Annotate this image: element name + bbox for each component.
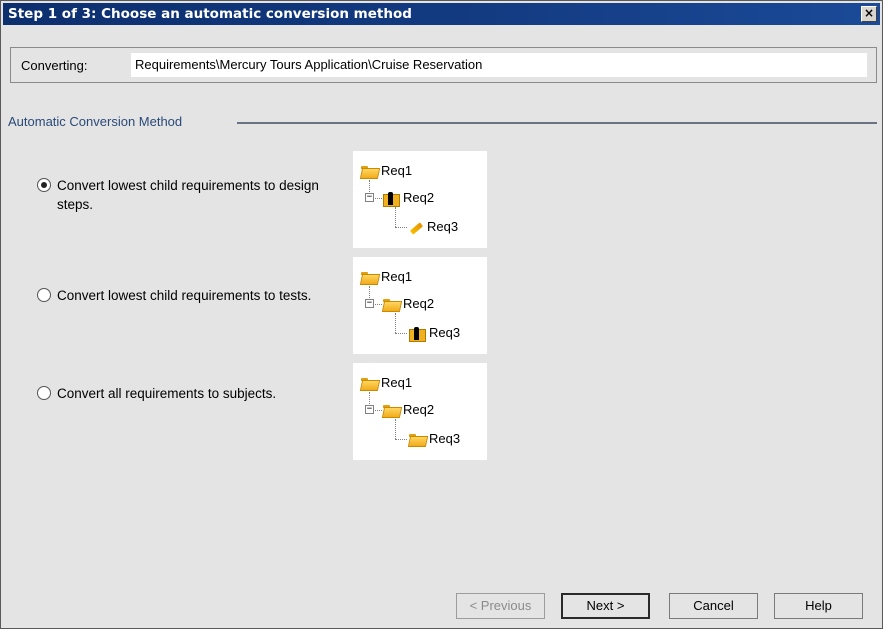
folder-open-icon <box>383 299 399 310</box>
tree-connector <box>395 439 407 440</box>
option-subjects-label: Convert all requirements to subjects. <box>57 386 277 401</box>
tree-node-req2: Req2 <box>383 295 434 313</box>
tree-preview-design-steps: Req1 − Req2 Req3 <box>353 151 487 248</box>
radio-tests[interactable] <box>37 288 51 302</box>
radio-subjects[interactable] <box>37 386 51 400</box>
option-tests-label: Convert lowest child requirements to tes… <box>57 288 312 303</box>
tree-connector <box>395 419 396 439</box>
tree-node-label: Req2 <box>403 402 435 417</box>
cancel-button[interactable]: Cancel <box>669 593 758 619</box>
converting-label: Converting: <box>21 58 88 73</box>
test-figure-icon <box>409 326 426 342</box>
tree-connector <box>375 198 382 199</box>
tree-node-label: Req3 <box>429 325 461 340</box>
folder-open-icon <box>383 405 399 416</box>
tree-node-label: Req3 <box>429 431 461 446</box>
close-button[interactable]: × <box>861 6 877 22</box>
tree-node-label: Req1 <box>381 163 413 178</box>
tree-node-req2: Req2 <box>383 401 434 419</box>
collapse-icon[interactable]: − <box>365 405 374 414</box>
radio-design-steps[interactable] <box>37 178 51 192</box>
tree-node-req1: Req1 <box>361 268 412 286</box>
tree-connector <box>395 207 396 227</box>
tree-node-req3: Req3 <box>409 324 460 342</box>
collapse-icon[interactable]: − <box>365 299 374 308</box>
converting-path-field: Requirements\Mercury Tours Application\C… <box>131 53 867 77</box>
tree-connector <box>369 392 370 404</box>
dialog-title: Step 1 of 3: Choose an automatic convers… <box>8 6 412 22</box>
tree-connector <box>375 410 382 411</box>
design-step-pencil-icon <box>409 221 423 235</box>
title-bar: Step 1 of 3: Choose an automatic convers… <box>3 3 880 25</box>
tree-node-req3: Req3 <box>409 218 458 236</box>
tree-node-req3: Req3 <box>409 430 460 448</box>
tree-connector <box>395 227 407 228</box>
tree-node-label: Req1 <box>381 375 413 390</box>
tree-connector <box>395 313 396 333</box>
group-divider <box>237 122 877 124</box>
tree-connector <box>369 180 370 192</box>
close-icon: × <box>863 6 875 20</box>
folder-open-icon <box>361 272 377 283</box>
tree-connector <box>395 333 407 334</box>
group-legend: Automatic Conversion Method <box>8 114 187 129</box>
tree-connector <box>375 304 382 305</box>
option-design-steps-label: Convert lowest child requirements to des… <box>57 178 319 212</box>
tree-node-label: Req2 <box>403 190 435 205</box>
tree-preview-tests: Req1 − Req2 Req3 <box>353 257 487 354</box>
tree-node-req1: Req1 <box>361 162 412 180</box>
help-button[interactable]: Help <box>774 593 863 619</box>
tree-node-req1: Req1 <box>361 374 412 392</box>
tree-node-label: Req3 <box>427 219 459 234</box>
conversion-wizard-dialog: Step 1 of 3: Choose an automatic convers… <box>0 0 883 629</box>
tree-node-req2: Req2 <box>383 189 434 207</box>
previous-button[interactable]: < Previous <box>456 593 545 619</box>
test-figure-icon <box>383 191 400 207</box>
tree-preview-subjects: Req1 − Req2 Req3 <box>353 363 487 460</box>
folder-open-icon <box>361 378 377 389</box>
converting-panel: Converting: Requirements\Mercury Tours A… <box>10 47 877 83</box>
folder-open-icon <box>409 434 425 445</box>
tree-connector <box>369 286 370 298</box>
collapse-icon[interactable]: − <box>365 193 374 202</box>
tree-node-label: Req2 <box>403 296 435 311</box>
next-button[interactable]: Next > <box>561 593 650 619</box>
folder-open-icon <box>361 166 377 177</box>
tree-node-label: Req1 <box>381 269 413 284</box>
